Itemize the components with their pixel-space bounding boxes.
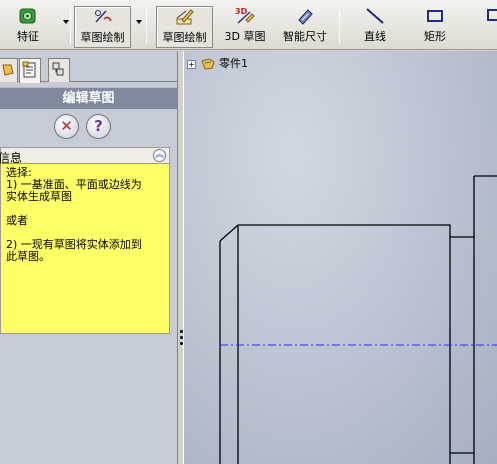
toolbar-separator bbox=[146, 10, 147, 44]
sketch-icon bbox=[157, 7, 212, 27]
collapse-chevron-icon[interactable]: ︽ bbox=[153, 149, 166, 162]
sketch-mode-label: 草图绘制 bbox=[80, 31, 125, 44]
line-button[interactable]: 直线 bbox=[358, 6, 392, 48]
smart-dimension-label: 智能尺寸 bbox=[283, 30, 327, 43]
configuration-manager-icon bbox=[52, 62, 64, 76]
feature-manager-icon bbox=[2, 64, 14, 76]
features-icon bbox=[8, 6, 48, 26]
message-header[interactable]: 信息 ︽ bbox=[0, 147, 170, 165]
circle-icon bbox=[486, 6, 497, 26]
manager-tabs bbox=[0, 58, 177, 83]
message-line: 或者 bbox=[6, 214, 28, 227]
panel-title: 编辑草图 bbox=[0, 87, 177, 109]
next-tool-button[interactable] bbox=[486, 6, 497, 48]
panel-splitter[interactable] bbox=[177, 51, 184, 464]
property-manager-icon bbox=[22, 61, 36, 78]
toolbar-separator bbox=[339, 10, 340, 44]
splitter-grip-icon bbox=[180, 342, 183, 345]
tab-property-manager[interactable] bbox=[19, 58, 41, 83]
command-toolbar: 特征 草图绘制 草图绘制 3D 3D 草图 智能尺寸 直线 矩形 bbox=[0, 0, 497, 50]
tab-feature-manager[interactable] bbox=[0, 58, 18, 82]
line-icon bbox=[358, 6, 392, 26]
rectangle-label: 矩形 bbox=[424, 30, 446, 43]
3d-badge-text: 3D bbox=[235, 7, 248, 16]
message-line: 实体生成草图 bbox=[6, 190, 72, 203]
toolbar-separator bbox=[70, 10, 71, 44]
smart-dimension-icon bbox=[280, 6, 330, 26]
sketch-dropdown-icon bbox=[75, 7, 130, 27]
step-edge bbox=[450, 236, 475, 464]
features-label: 特征 bbox=[17, 30, 39, 43]
line-label: 直线 bbox=[364, 30, 386, 43]
rectangle-icon bbox=[418, 6, 452, 26]
help-button[interactable]: ? bbox=[86, 114, 111, 139]
message-line: 此草图。 bbox=[6, 250, 50, 263]
part-drawing bbox=[219, 175, 497, 464]
3d-sketch-button[interactable]: 3D 3D 草图 bbox=[220, 6, 270, 48]
smart-dimension-button[interactable]: 智能尺寸 bbox=[280, 6, 330, 48]
cancel-button[interactable]: ✕ bbox=[54, 114, 79, 139]
sketch-mode-button[interactable]: 草图绘制 bbox=[74, 6, 131, 48]
message-box: 选择: 1) 一基准面、平面或边线为 实体生成草图 或者 2) 一现有草图将实体… bbox=[0, 164, 170, 334]
sketch-dropdown-arrow-icon[interactable] bbox=[136, 20, 142, 24]
rectangle-button[interactable]: 矩形 bbox=[418, 6, 452, 48]
message-line bbox=[6, 203, 169, 215]
sketch-label: 草图绘制 bbox=[162, 31, 207, 44]
splitter-grip-icon bbox=[180, 330, 183, 333]
sketch-button[interactable]: 草图绘制 bbox=[156, 6, 213, 48]
features-button[interactable]: 特征 bbox=[8, 6, 48, 48]
help-icon: ? bbox=[94, 117, 103, 135]
3d-sketch-icon: 3D bbox=[220, 6, 270, 26]
cancel-icon: ✕ bbox=[60, 117, 73, 135]
tab-configuration-manager[interactable] bbox=[48, 58, 70, 82]
graphics-area[interactable]: + 零件1 bbox=[184, 51, 497, 464]
splitter-grip-icon bbox=[180, 336, 183, 339]
property-manager-panel: 编辑草图 ✕ ? 信息 ︽ 选择: 1) 一基准面、平面或边线为 实体生成草图 … bbox=[0, 51, 177, 464]
features-dropdown-icon[interactable] bbox=[63, 20, 69, 24]
3d-sketch-label: 3D 草图 bbox=[224, 30, 266, 43]
